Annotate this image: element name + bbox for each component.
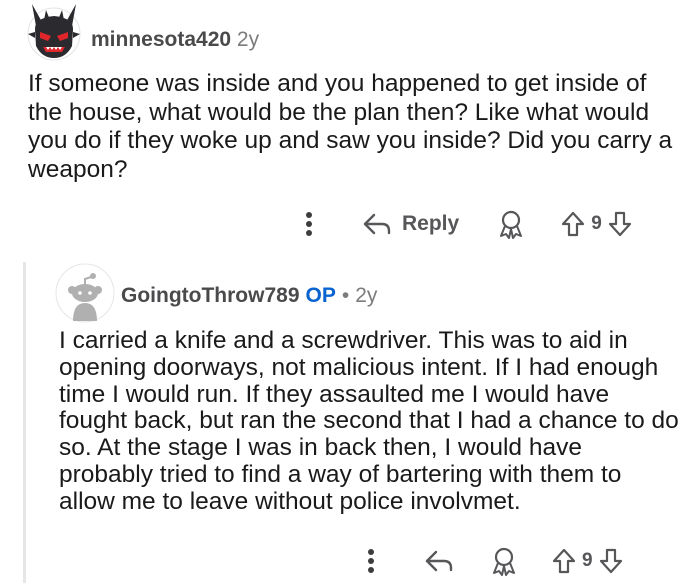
- comment-actions: Reply 9: [300, 204, 632, 244]
- upvote-icon[interactable]: [552, 548, 576, 574]
- avatar[interactable]: [55, 263, 115, 323]
- comment-age: 2y: [355, 284, 378, 307]
- downvote-icon[interactable]: [608, 211, 632, 237]
- comment-age: 2y: [236, 28, 260, 51]
- more-vertical-icon[interactable]: [362, 548, 380, 574]
- downvote-icon[interactable]: [599, 548, 623, 574]
- thread-line[interactable]: [23, 262, 26, 583]
- vote-count: 9: [591, 213, 602, 234]
- snoo-avatar-icon: [55, 263, 115, 323]
- reply-label: Reply: [402, 212, 460, 235]
- comment-meta: minnesota420 2y: [91, 26, 259, 54]
- reply-button[interactable]: Reply: [362, 212, 459, 236]
- award-icon[interactable]: [490, 546, 518, 576]
- more-vertical-icon[interactable]: [300, 211, 318, 237]
- vote-count: 9: [582, 550, 593, 571]
- upvote-icon[interactable]: [561, 211, 585, 237]
- award-icon[interactable]: [497, 209, 525, 239]
- reply-arrow-icon: [362, 212, 392, 236]
- comment-meta: GoingtoThrow789 OP • 2y: [121, 282, 377, 310]
- op-badge: OP: [305, 284, 336, 307]
- comment-body: If someone was inside and you happened t…: [28, 70, 673, 183]
- username[interactable]: GoingtoThrow789: [121, 284, 300, 307]
- username[interactable]: minnesota420: [91, 28, 231, 51]
- monster-avatar-icon: [27, 4, 81, 61]
- comment-actions: 9: [362, 541, 623, 581]
- meta-separator: •: [341, 284, 350, 307]
- reply-arrow-icon[interactable]: [424, 549, 454, 573]
- avatar[interactable]: [26, 0, 82, 62]
- comment-body: I carried a knife and a screwdriver. Thi…: [59, 327, 679, 515]
